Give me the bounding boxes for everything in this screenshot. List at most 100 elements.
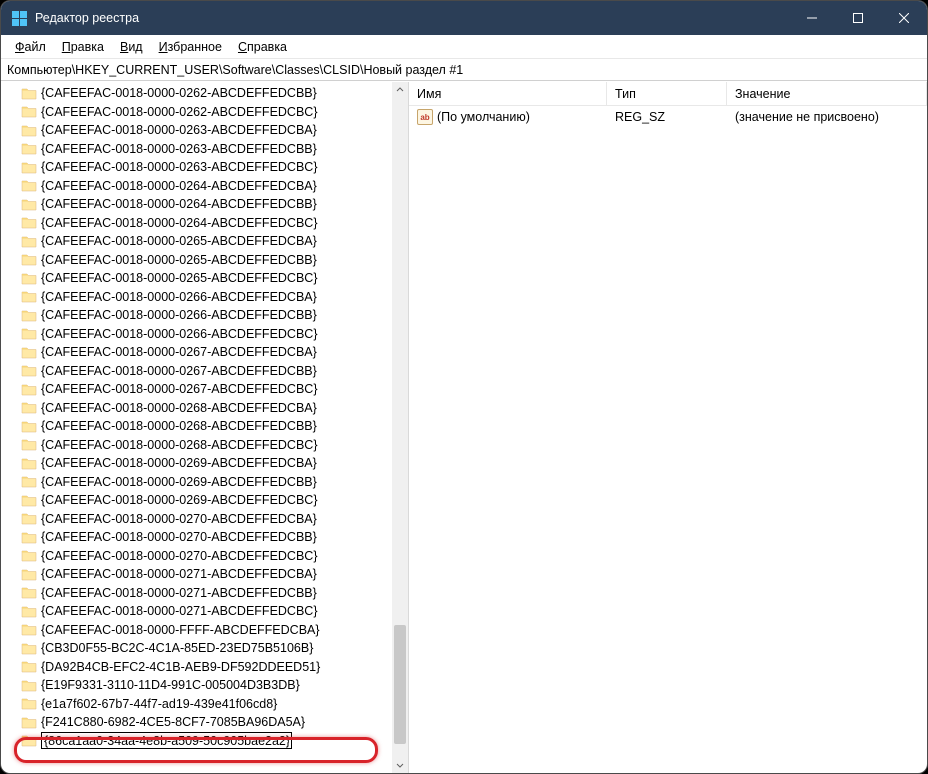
tree-item[interactable]: {CAFEEFAC-0018-0000-0263-ABCDEFFEDCBB}: [5, 140, 408, 159]
tree-item-label: {CAFEEFAC-0018-0000-0271-ABCDEFFEDCBB}: [41, 584, 317, 603]
folder-icon: [21, 531, 37, 544]
tree-item[interactable]: {CAFEEFAC-0018-0000-0271-ABCDEFFEDCBA}: [5, 565, 408, 584]
folder-icon: [21, 272, 37, 285]
tree-item[interactable]: {CAFEEFAC-0018-0000-0266-ABCDEFFEDCBB}: [5, 306, 408, 325]
tree-item-label: {CAFEEFAC-0018-0000-FFFF-ABCDEFFEDCBA}: [41, 621, 320, 640]
tree-item[interactable]: {e1a7f602-67b7-44f7-ad19-439e41f06cd8}: [5, 695, 408, 714]
tree-scrollbar[interactable]: [392, 82, 408, 773]
tree-item[interactable]: {E19F9331-3110-11D4-991C-005004D3B3DB}: [5, 676, 408, 695]
content-area: {CAFEEFAC-0018-0000-0262-ABCDEFFEDCBB}{C…: [1, 81, 927, 773]
tree-item-label: {CAFEEFAC-0018-0000-0268-ABCDEFFEDCBB}: [41, 417, 317, 436]
tree-item[interactable]: {CAFEEFAC-0018-0000-0265-ABCDEFFEDCBB}: [5, 251, 408, 270]
tree-item-label: {CAFEEFAC-0018-0000-0268-ABCDEFFEDCBA}: [41, 399, 317, 418]
folder-icon: [21, 216, 37, 229]
value-row[interactable]: ab (По умолчанию) REG_SZ (значение не пр…: [409, 108, 927, 126]
tree-item[interactable]: {CAFEEFAC-0018-0000-0267-ABCDEFFEDCBB}: [5, 362, 408, 381]
window-controls: [789, 1, 927, 35]
value-type: REG_SZ: [607, 110, 727, 124]
tree-item-label: {CAFEEFAC-0018-0000-0270-ABCDEFFEDCBA}: [41, 510, 317, 529]
folder-icon: [21, 494, 37, 507]
folder-icon: [21, 87, 37, 100]
tree-item-label: {F241C880-6982-4CE5-8CF7-7085BA96DA5A}: [41, 713, 305, 732]
folder-icon: [21, 697, 37, 710]
tree-item[interactable]: {CAFEEFAC-0018-0000-0269-ABCDEFFEDCBA}: [5, 454, 408, 473]
folder-icon: [21, 568, 37, 581]
registry-editor-window: Редактор реестра Файл Правка Вид Избранн…: [0, 0, 928, 774]
scroll-thumb[interactable]: [394, 625, 406, 744]
tree-item-label: {CAFEEFAC-0018-0000-0266-ABCDEFFEDCBC}: [41, 325, 318, 344]
menu-help[interactable]: Справка: [230, 38, 295, 56]
tree-item-label: {CAFEEFAC-0018-0000-0263-ABCDEFFEDCBA}: [41, 121, 317, 140]
tree-item[interactable]: {CAFEEFAC-0018-0000-0265-ABCDEFFEDCBC}: [5, 269, 408, 288]
tree-item[interactable]: {CAFEEFAC-0018-0000-0264-ABCDEFFEDCBA}: [5, 177, 408, 196]
folder-icon: [21, 383, 37, 396]
tree-item-label: {CAFEEFAC-0018-0000-0269-ABCDEFFEDCBB}: [41, 473, 317, 492]
tree-item[interactable]: {CAFEEFAC-0018-0000-0271-ABCDEFFEDCBB}: [5, 584, 408, 603]
registry-tree[interactable]: {CAFEEFAC-0018-0000-0262-ABCDEFFEDCBB}{C…: [5, 84, 408, 750]
tree-item[interactable]: {CAFEEFAC-0018-0000-0268-ABCDEFFEDCBC}: [5, 436, 408, 455]
tree-item-label: {CAFEEFAC-0018-0000-0268-ABCDEFFEDCBC}: [41, 436, 318, 455]
folder-icon: [21, 420, 37, 433]
tree-item[interactable]: {CAFEEFAC-0018-0000-0267-ABCDEFFEDCBA}: [5, 343, 408, 362]
tree-item-label: {CAFEEFAC-0018-0000-0264-ABCDEFFEDCBA}: [41, 177, 317, 196]
folder-icon: [21, 457, 37, 470]
close-button[interactable]: [881, 1, 927, 35]
tree-item[interactable]: {CAFEEFAC-0018-0000-0270-ABCDEFFEDCBB}: [5, 528, 408, 547]
folder-icon: [21, 327, 37, 340]
tree-item[interactable]: {CAFEEFAC-0018-0000-0267-ABCDEFFEDCBC}: [5, 380, 408, 399]
tree-item-label: {CAFEEFAC-0018-0000-0269-ABCDEFFEDCBA}: [41, 454, 317, 473]
values-list[interactable]: ab (По умолчанию) REG_SZ (значение не пр…: [409, 106, 927, 773]
scroll-up-button[interactable]: [392, 82, 408, 98]
scroll-track[interactable]: [392, 98, 408, 757]
tree-item[interactable]: {DA92B4CB-EFC2-4C1B-AEB9-DF592DDEED51}: [5, 658, 408, 677]
value-name-cell: ab (По умолчанию): [409, 109, 607, 125]
menu-edit[interactable]: Правка: [54, 38, 112, 56]
tree-item[interactable]: {CAFEEFAC-0018-0000-0268-ABCDEFFEDCBB}: [5, 417, 408, 436]
menu-view[interactable]: Вид: [112, 38, 151, 56]
address-bar[interactable]: Компьютер\HKEY_CURRENT_USER\Software\Cla…: [1, 59, 927, 81]
folder-icon: [21, 475, 37, 488]
tree-item[interactable]: {CAFEEFAC-0018-0000-0269-ABCDEFFEDCBC}: [5, 491, 408, 510]
tree-item[interactable]: {CAFEEFAC-0018-0000-0262-ABCDEFFEDCBB}: [5, 84, 408, 103]
tree-item[interactable]: {CAFEEFAC-0018-0000-0270-ABCDEFFEDCBC}: [5, 547, 408, 566]
folder-icon: [21, 124, 37, 137]
menu-file[interactable]: Файл: [7, 38, 54, 56]
tree-item-label: {CAFEEFAC-0018-0000-0271-ABCDEFFEDCBA}: [41, 565, 317, 584]
folder-icon: [21, 512, 37, 525]
titlebar[interactable]: Редактор реестра: [1, 1, 927, 35]
tree-item[interactable]: {CAFEEFAC-0018-0000-0269-ABCDEFFEDCBB}: [5, 473, 408, 492]
folder-icon: [21, 253, 37, 266]
tree-item[interactable]: {F241C880-6982-4CE5-8CF7-7085BA96DA5A}: [5, 713, 408, 732]
tree-item[interactable]: {CAFEEFAC-0018-0000-0263-ABCDEFFEDCBC}: [5, 158, 408, 177]
tree-item[interactable]: {CAFEEFAC-0018-0000-0266-ABCDEFFEDCBC}: [5, 325, 408, 344]
tree-item[interactable]: {CAFEEFAC-0018-0000-0264-ABCDEFFEDCBC}: [5, 214, 408, 233]
tree-item-label: {CAFEEFAC-0018-0000-0265-ABCDEFFEDCBB}: [41, 251, 317, 270]
tree-item[interactable]: {CAFEEFAC-0018-0000-0270-ABCDEFFEDCBA}: [5, 510, 408, 529]
column-header-value[interactable]: Значение: [727, 82, 927, 105]
address-text: Компьютер\HKEY_CURRENT_USER\Software\Cla…: [7, 63, 463, 77]
tree-item-editing[interactable]: [5, 732, 408, 751]
tree-item-label: {CAFEEFAC-0018-0000-0271-ABCDEFFEDCBC}: [41, 602, 318, 621]
column-header-type[interactable]: Тип: [607, 82, 727, 105]
scroll-down-button[interactable]: [392, 757, 408, 773]
tree-item[interactable]: {CB3D0F55-BC2C-4C1A-85ED-23ED75B5106B}: [5, 639, 408, 658]
column-header-name[interactable]: Имя: [409, 82, 607, 105]
menu-favorites[interactable]: Избранное: [151, 38, 230, 56]
tree-item[interactable]: {CAFEEFAC-0018-0000-0268-ABCDEFFEDCBA}: [5, 399, 408, 418]
tree-item[interactable]: {CAFEEFAC-0018-0000-0266-ABCDEFFEDCBA}: [5, 288, 408, 307]
tree-item-label: {CAFEEFAC-0018-0000-0265-ABCDEFFEDCBC}: [41, 269, 318, 288]
tree-item[interactable]: {CAFEEFAC-0018-0000-0263-ABCDEFFEDCBA}: [5, 121, 408, 140]
tree-item[interactable]: {CAFEEFAC-0018-0000-0262-ABCDEFFEDCBC}: [5, 103, 408, 122]
rename-input[interactable]: [41, 732, 292, 749]
folder-icon: [21, 642, 37, 655]
value-name: (По умолчанию): [437, 110, 530, 124]
tree-item[interactable]: {CAFEEFAC-0018-0000-0264-ABCDEFFEDCBB}: [5, 195, 408, 214]
tree-item[interactable]: {CAFEEFAC-0018-0000-0265-ABCDEFFEDCBA}: [5, 232, 408, 251]
tree-item[interactable]: {CAFEEFAC-0018-0000-0271-ABCDEFFEDCBC}: [5, 602, 408, 621]
tree-item-label: {CAFEEFAC-0018-0000-0266-ABCDEFFEDCBA}: [41, 288, 317, 307]
tree-item-label: {CAFEEFAC-0018-0000-0269-ABCDEFFEDCBC}: [41, 491, 318, 510]
maximize-button[interactable]: [835, 1, 881, 35]
folder-icon: [21, 605, 37, 618]
tree-item[interactable]: {CAFEEFAC-0018-0000-FFFF-ABCDEFFEDCBA}: [5, 621, 408, 640]
minimize-button[interactable]: [789, 1, 835, 35]
